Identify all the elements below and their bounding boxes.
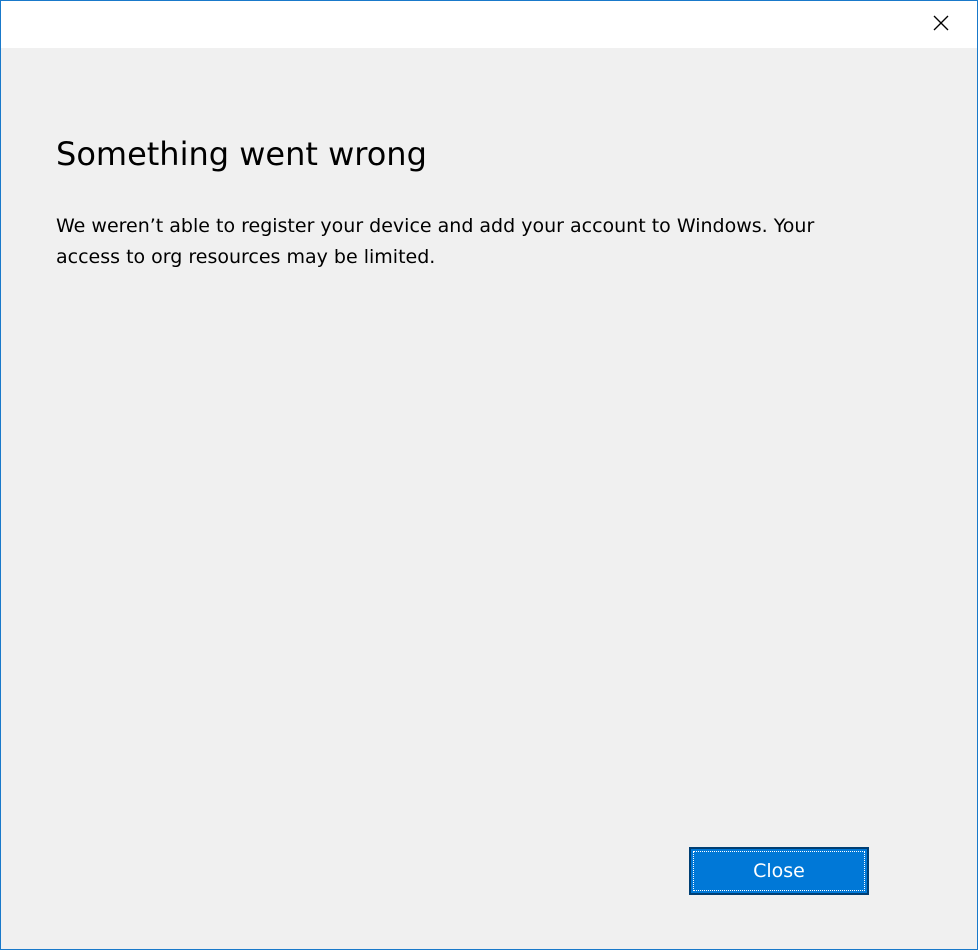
window-close-button[interactable] bbox=[905, 1, 977, 48]
dialog-content: Something went wrong We weren’t able to … bbox=[56, 131, 876, 273]
dialog-message: We weren’t able to register your device … bbox=[56, 215, 815, 268]
close-button-label: Close bbox=[693, 851, 865, 891]
close-icon bbox=[933, 15, 949, 35]
close-button[interactable]: Close bbox=[689, 847, 869, 895]
error-dialog-window: Something went wrong We weren’t able to … bbox=[0, 0, 978, 950]
title-bar bbox=[1, 1, 977, 48]
dialog-heading: Something went wrong bbox=[56, 135, 427, 173]
